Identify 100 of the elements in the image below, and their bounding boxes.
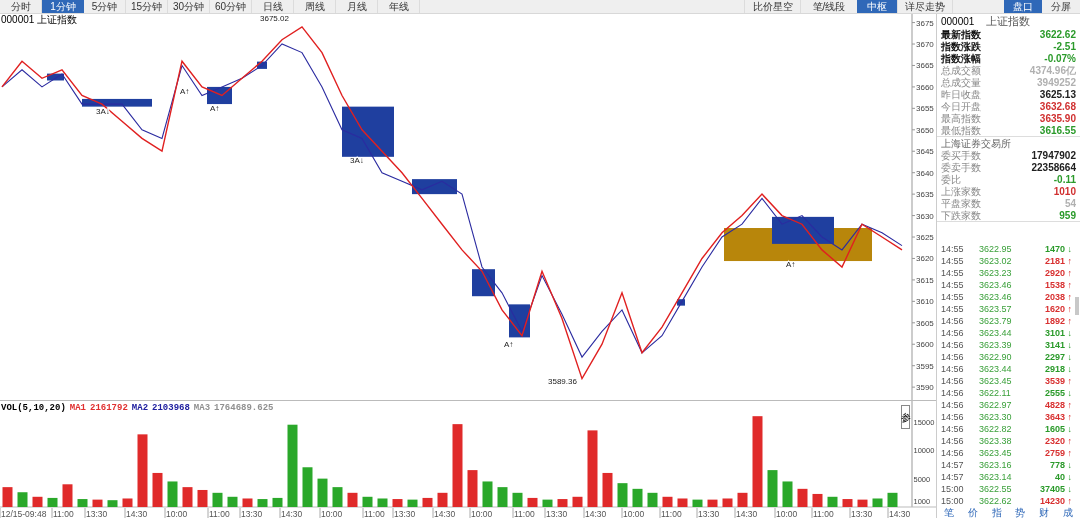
volume-bar — [62, 484, 73, 507]
volume-bar — [182, 487, 193, 507]
volume-bar — [272, 497, 283, 507]
trade-price: 3623.46 — [979, 291, 1013, 305]
volume-bar — [437, 492, 448, 507]
volume-bar — [377, 498, 388, 507]
axis-label: 12/15-09:48 — [1, 509, 47, 518]
axis-label: 3665 — [916, 61, 934, 71]
volume-bar — [2, 487, 13, 507]
signal-label: A↑ — [180, 86, 190, 96]
trade-volume: 4828 — [1044, 399, 1065, 413]
trade-time: 14:56 — [941, 411, 965, 425]
direction-arrow: ↓ — [1066, 327, 1072, 341]
axis-label: 14:30 — [434, 509, 456, 518]
axis-label: 11:00 — [661, 509, 682, 518]
trade-volume: 1470 — [1044, 243, 1065, 257]
field-value: 22358664 — [1031, 160, 1076, 175]
scrollbar[interactable] — [1075, 297, 1079, 315]
axis-label: 13:30 — [394, 509, 416, 518]
volume-bar — [692, 499, 703, 507]
direction-arrow: ↑ — [1066, 291, 1072, 305]
period-tab[interactable]: 5分钟 — [84, 0, 126, 13]
trade-time: 14:55 — [941, 303, 965, 317]
trade-volume: 14230 — [1039, 495, 1065, 508]
panel-tab[interactable]: 成 — [1063, 508, 1074, 518]
volume-bar — [767, 470, 778, 507]
volume-bar — [647, 492, 658, 507]
trade-time: 14:55 — [941, 279, 965, 293]
panel-tab[interactable]: 笔 — [943, 508, 954, 518]
volume-bar — [122, 498, 133, 507]
trade-time: 15:00 — [941, 495, 965, 508]
trade-price: 3623.46 — [979, 279, 1013, 293]
tool-tab[interactable]: 中枢 — [857, 0, 897, 13]
trade-price: 3622.82 — [979, 423, 1013, 437]
field-label: 平盘家数 — [941, 197, 981, 210]
panel-tab[interactable]: 财 — [1039, 508, 1050, 518]
trade-volume: 2320 — [1044, 435, 1065, 449]
volume-bar — [467, 470, 478, 507]
field-value: 17947902 — [1031, 148, 1076, 163]
axis-label: 3660 — [916, 82, 934, 92]
field-label: 委比 — [941, 173, 961, 186]
panel-tab[interactable]: 指 — [991, 508, 1002, 518]
volume-bar — [707, 499, 718, 507]
legend-text: MA3 — [193, 403, 211, 414]
signal-label: 3A↓ — [96, 107, 110, 117]
trade-volume: 2181 — [1044, 255, 1065, 269]
trade-volume: 2918 — [1044, 363, 1065, 377]
volume-bar — [557, 499, 568, 507]
field-value: 3949252 — [1037, 76, 1076, 90]
trade-time: 14:55 — [941, 243, 965, 257]
axis-label: 13:30 — [851, 509, 873, 518]
trade-time: 14:56 — [941, 423, 965, 437]
trade-volume: 2759 — [1044, 447, 1065, 461]
direction-arrow: ↓ — [1066, 483, 1072, 497]
volume-bar — [677, 498, 688, 507]
param-button[interactable]: 参 — [901, 405, 910, 429]
axis-label: 10:00 — [471, 509, 493, 518]
period-tab[interactable]: 30分钟 — [168, 0, 210, 13]
trade-time: 14:55 — [941, 255, 965, 269]
trade-volume: 3643 — [1044, 411, 1065, 425]
trade-time: 14:56 — [941, 327, 965, 341]
field-value: 3635.90 — [1039, 111, 1076, 126]
trade-price: 3623.45 — [979, 375, 1013, 389]
direction-arrow: ↑ — [1066, 495, 1072, 508]
trade-time: 14:56 — [941, 447, 965, 461]
direction-arrow: ↓ — [1066, 423, 1072, 437]
legend-text: VOL(5,10,20) — [1, 403, 66, 414]
volume-bar — [422, 497, 433, 507]
axis-label: 3655 — [916, 104, 934, 114]
axis-label: 13:30 — [698, 509, 720, 518]
axis-label: 10:00 — [623, 509, 645, 518]
volume-bar — [227, 496, 238, 507]
trade-volume: 2297 — [1044, 351, 1065, 365]
trade-price: 3622.55 — [979, 483, 1013, 497]
period-tab[interactable]: 1分钟 — [42, 0, 84, 13]
trade-time: 14:55 — [941, 291, 965, 305]
period-tab[interactable]: 周线 — [294, 0, 336, 13]
axis-label: 3635 — [916, 190, 934, 200]
panel-tab[interactable]: 势 — [1015, 508, 1026, 518]
axis-label: 10:00 — [776, 509, 798, 518]
period-tab[interactable]: 月线 — [336, 0, 378, 13]
period-tab[interactable]: 日线 — [252, 0, 294, 13]
axis-label: 3625 — [916, 233, 934, 242]
trade-time: 14:56 — [941, 399, 965, 413]
direction-arrow: ↑ — [1066, 411, 1072, 425]
view-tab[interactable]: 盘口 — [1004, 0, 1042, 13]
tool-tab[interactable]: 详尽走势 — [897, 0, 952, 13]
period-tab[interactable]: 60分钟 — [210, 0, 252, 13]
axis-label: 3610 — [916, 297, 934, 307]
period-tab[interactable]: 15分钟 — [126, 0, 168, 13]
volume-bar — [257, 499, 268, 507]
view-tab[interactable]: 分屏 — [1042, 0, 1080, 13]
volume-bar — [512, 492, 523, 507]
tool-tab[interactable]: 比价星空 — [744, 0, 800, 13]
axis-label: 11:00 — [209, 509, 230, 518]
volume-bar — [332, 487, 343, 507]
volume-bar — [632, 488, 643, 507]
panel-tab[interactable]: 价 — [967, 508, 978, 518]
period-tab[interactable]: 年线 — [378, 0, 420, 13]
direction-arrow: ↓ — [1066, 339, 1072, 353]
